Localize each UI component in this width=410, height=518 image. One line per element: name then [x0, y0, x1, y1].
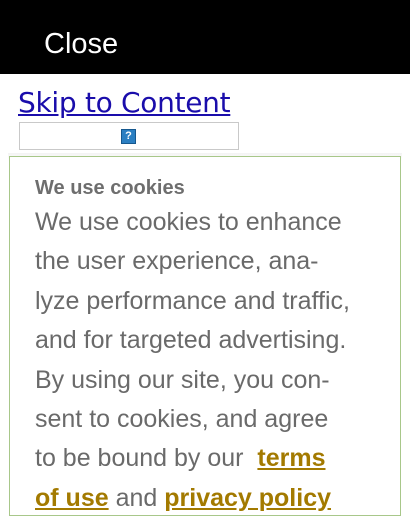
- cookie-message-line: We use cookies to enhance: [35, 208, 342, 236]
- cookie-message: We use cookies to enhance the user exper…: [35, 203, 385, 518]
- cookie-message-line-links: of use and privacy policy: [35, 479, 385, 518]
- cookie-message-line: and for targeted advertising.: [35, 326, 347, 355]
- close-button[interactable]: Close: [44, 26, 118, 62]
- cookie-message-text: to be bound by our: [35, 444, 244, 473]
- cookie-message-line: lyze performance and traffic,: [35, 286, 350, 315]
- and-text: and: [115, 483, 158, 512]
- help-icon[interactable]: ?: [121, 129, 136, 144]
- cookie-message-line: By using our site, you con-: [35, 365, 330, 394]
- skip-to-content-link[interactable]: Skip to Content: [18, 86, 231, 120]
- help-box: ?: [19, 122, 239, 150]
- cookie-title: We use cookies: [35, 177, 185, 199]
- cookie-message-line-last: to be bound by our terms: [35, 439, 385, 478]
- cookie-message-line: sent to cookies, and agree: [35, 405, 329, 434]
- privacy-policy-link[interactable]: privacy policy: [164, 484, 331, 512]
- cookie-message-line: the user experience, ana-: [35, 247, 319, 276]
- cookie-consent-panel: We use cookies We use cookies to enhance…: [9, 156, 401, 516]
- terms-of-use-link-part2[interactable]: of use: [35, 484, 109, 512]
- top-bar: Close: [0, 0, 410, 74]
- terms-of-use-link-part1[interactable]: terms: [257, 444, 325, 472]
